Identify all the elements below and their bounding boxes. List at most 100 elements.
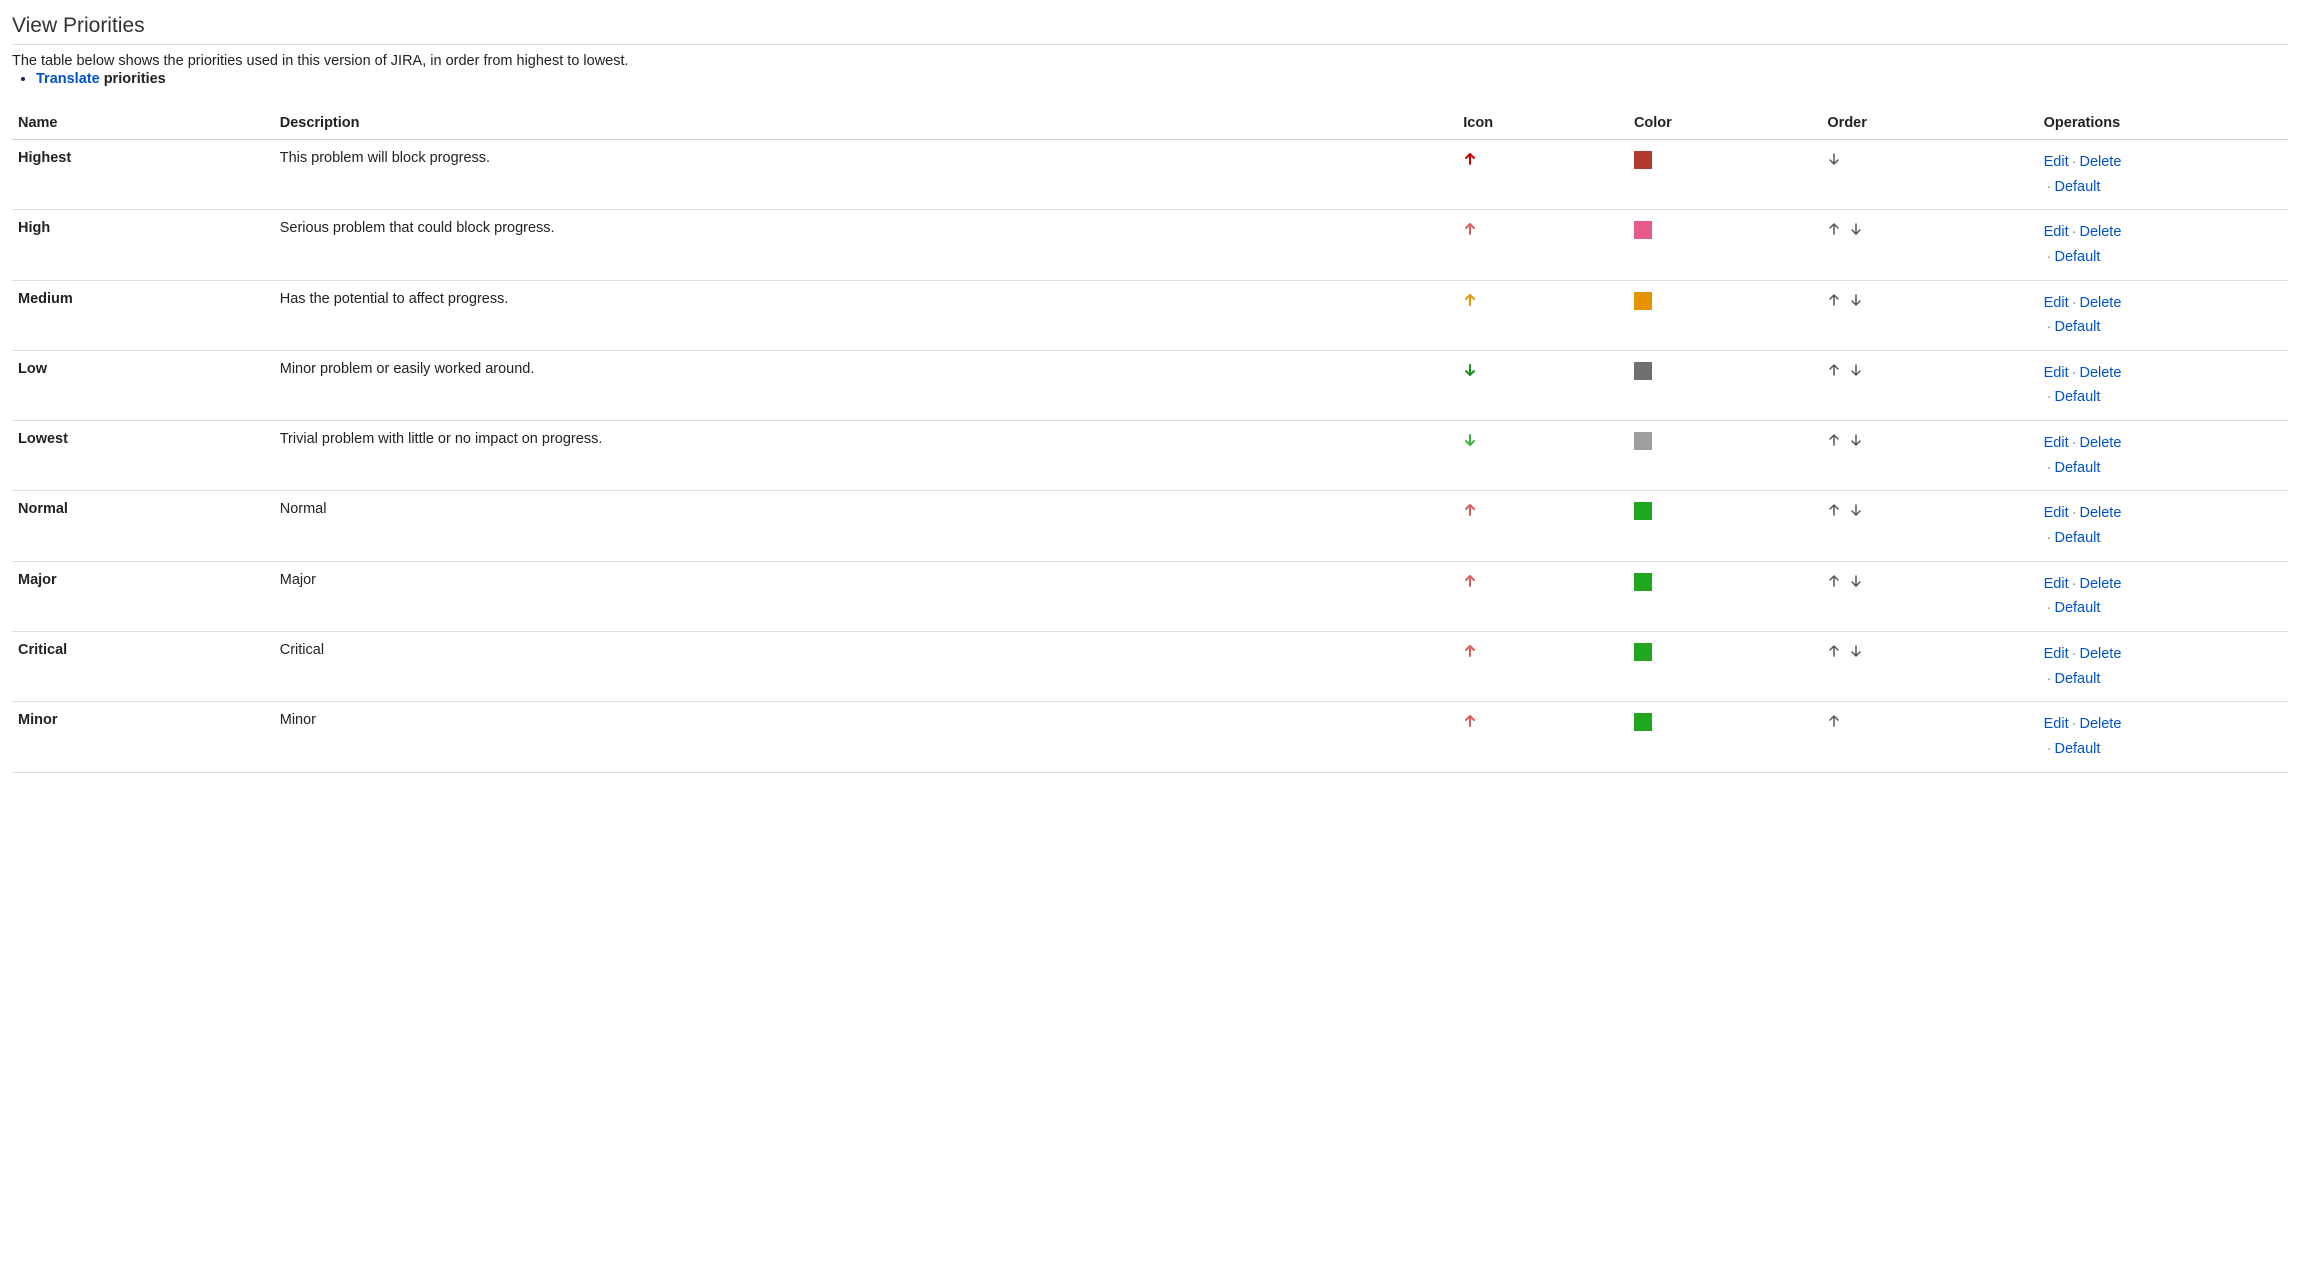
- priority-order-cell: [1821, 140, 2037, 210]
- intro-text: The table below shows the priorities use…: [12, 53, 2288, 69]
- table-row: HighestThis problem will block progress.…: [12, 140, 2288, 210]
- default-link[interactable]: Default: [2054, 741, 2100, 757]
- priority-color-cell: [1628, 210, 1821, 280]
- separator: ·: [2044, 460, 2055, 476]
- separator: ·: [2044, 249, 2055, 265]
- priority-order-cell: [1821, 421, 2037, 491]
- priority-name: Low: [12, 350, 274, 420]
- color-swatch: [1634, 713, 1652, 731]
- separator: ·: [2069, 505, 2080, 521]
- edit-link[interactable]: Edit: [2044, 646, 2069, 662]
- move-down-button[interactable]: [1849, 361, 1863, 377]
- priority-name: Major: [12, 561, 274, 631]
- move-up-button[interactable]: [1827, 220, 1841, 236]
- delete-link[interactable]: Delete: [2079, 295, 2121, 311]
- col-header-color: Color: [1628, 105, 1821, 140]
- priority-icon-cell: [1457, 421, 1628, 491]
- default-link[interactable]: Default: [2054, 389, 2100, 405]
- edit-link[interactable]: Edit: [2044, 576, 2069, 592]
- default-link[interactable]: Default: [2054, 319, 2100, 335]
- color-swatch: [1634, 502, 1652, 520]
- table-row: MajorMajor Edit·Delete·Default: [12, 561, 2288, 631]
- priority-description: Major: [274, 561, 1458, 631]
- color-swatch: [1634, 643, 1652, 661]
- default-link[interactable]: Default: [2054, 249, 2100, 265]
- priorities-table: Name Description Icon Color Order Operat…: [12, 105, 2288, 773]
- priority-operations-cell: Edit·Delete·Default: [2038, 702, 2288, 772]
- color-swatch: [1634, 292, 1652, 310]
- move-down-button[interactable]: [1849, 642, 1863, 658]
- priority-icon-cell: [1457, 561, 1628, 631]
- priority-color-cell: [1628, 491, 1821, 561]
- translate-link[interactable]: Translate: [36, 71, 100, 87]
- delete-link[interactable]: Delete: [2079, 716, 2121, 732]
- priority-operations-cell: Edit·Delete·Default: [2038, 280, 2288, 350]
- move-down-button[interactable]: [1849, 220, 1863, 236]
- priority-order-cell: [1821, 210, 2037, 280]
- delete-link[interactable]: Delete: [2079, 365, 2121, 381]
- move-up-button[interactable]: [1827, 431, 1841, 447]
- move-up-button[interactable]: [1827, 361, 1841, 377]
- move-up-button[interactable]: [1827, 572, 1841, 588]
- table-row: HighSerious problem that could block pro…: [12, 210, 2288, 280]
- default-link[interactable]: Default: [2054, 671, 2100, 687]
- default-link[interactable]: Default: [2054, 179, 2100, 195]
- move-down-button[interactable]: [1849, 431, 1863, 447]
- separator: ·: [2044, 179, 2055, 195]
- priority-icon-cell: [1457, 140, 1628, 210]
- move-up-button[interactable]: [1827, 712, 1841, 728]
- edit-link[interactable]: Edit: [2044, 716, 2069, 732]
- arrow-up-icon: [1463, 574, 1477, 588]
- col-header-order: Order: [1821, 105, 2037, 140]
- move-down-button[interactable]: [1827, 150, 1841, 166]
- edit-link[interactable]: Edit: [2044, 154, 2069, 170]
- delete-link[interactable]: Delete: [2079, 435, 2121, 451]
- separator: ·: [2044, 319, 2055, 335]
- priority-order-cell: [1821, 280, 2037, 350]
- default-link[interactable]: Default: [2054, 460, 2100, 476]
- priority-color-cell: [1628, 140, 1821, 210]
- edit-link[interactable]: Edit: [2044, 435, 2069, 451]
- table-row: MinorMinor Edit·Delete·Default: [12, 702, 2288, 772]
- table-row: MediumHas the potential to affect progre…: [12, 280, 2288, 350]
- delete-link[interactable]: Delete: [2079, 154, 2121, 170]
- delete-link[interactable]: Delete: [2079, 576, 2121, 592]
- default-link[interactable]: Default: [2054, 530, 2100, 546]
- delete-link[interactable]: Delete: [2079, 505, 2121, 521]
- priority-operations-cell: Edit·Delete·Default: [2038, 350, 2288, 420]
- edit-link[interactable]: Edit: [2044, 224, 2069, 240]
- delete-link[interactable]: Delete: [2079, 224, 2121, 240]
- priority-name: Normal: [12, 491, 274, 561]
- edit-link[interactable]: Edit: [2044, 295, 2069, 311]
- priority-icon-cell: [1457, 702, 1628, 772]
- priority-color-cell: [1628, 421, 1821, 491]
- col-header-description: Description: [274, 105, 1458, 140]
- color-swatch: [1634, 432, 1652, 450]
- separator: ·: [2044, 389, 2055, 405]
- move-up-button[interactable]: [1827, 501, 1841, 517]
- move-up-button[interactable]: [1827, 642, 1841, 658]
- priority-description: Has the potential to affect progress.: [274, 280, 1458, 350]
- delete-link[interactable]: Delete: [2079, 646, 2121, 662]
- move-down-button[interactable]: [1849, 501, 1863, 517]
- default-link[interactable]: Default: [2054, 600, 2100, 616]
- separator: ·: [2069, 576, 2080, 592]
- arrow-down-icon: [1463, 433, 1477, 447]
- priority-description: Trivial problem with little or no impact…: [274, 421, 1458, 491]
- priority-icon-cell: [1457, 280, 1628, 350]
- page-title: View Priorities: [12, 14, 2288, 45]
- separator: ·: [2069, 435, 2080, 451]
- move-up-button[interactable]: [1827, 291, 1841, 307]
- priority-operations-cell: Edit·Delete·Default: [2038, 210, 2288, 280]
- color-swatch: [1634, 362, 1652, 380]
- arrow-up-icon: [1463, 152, 1477, 166]
- priority-name: Critical: [12, 631, 274, 701]
- table-header-row: Name Description Icon Color Order Operat…: [12, 105, 2288, 140]
- edit-link[interactable]: Edit: [2044, 505, 2069, 521]
- color-swatch: [1634, 573, 1652, 591]
- priority-operations-cell: Edit·Delete·Default: [2038, 561, 2288, 631]
- edit-link[interactable]: Edit: [2044, 365, 2069, 381]
- move-down-button[interactable]: [1849, 291, 1863, 307]
- move-down-button[interactable]: [1849, 572, 1863, 588]
- arrow-up-icon: [1463, 293, 1477, 307]
